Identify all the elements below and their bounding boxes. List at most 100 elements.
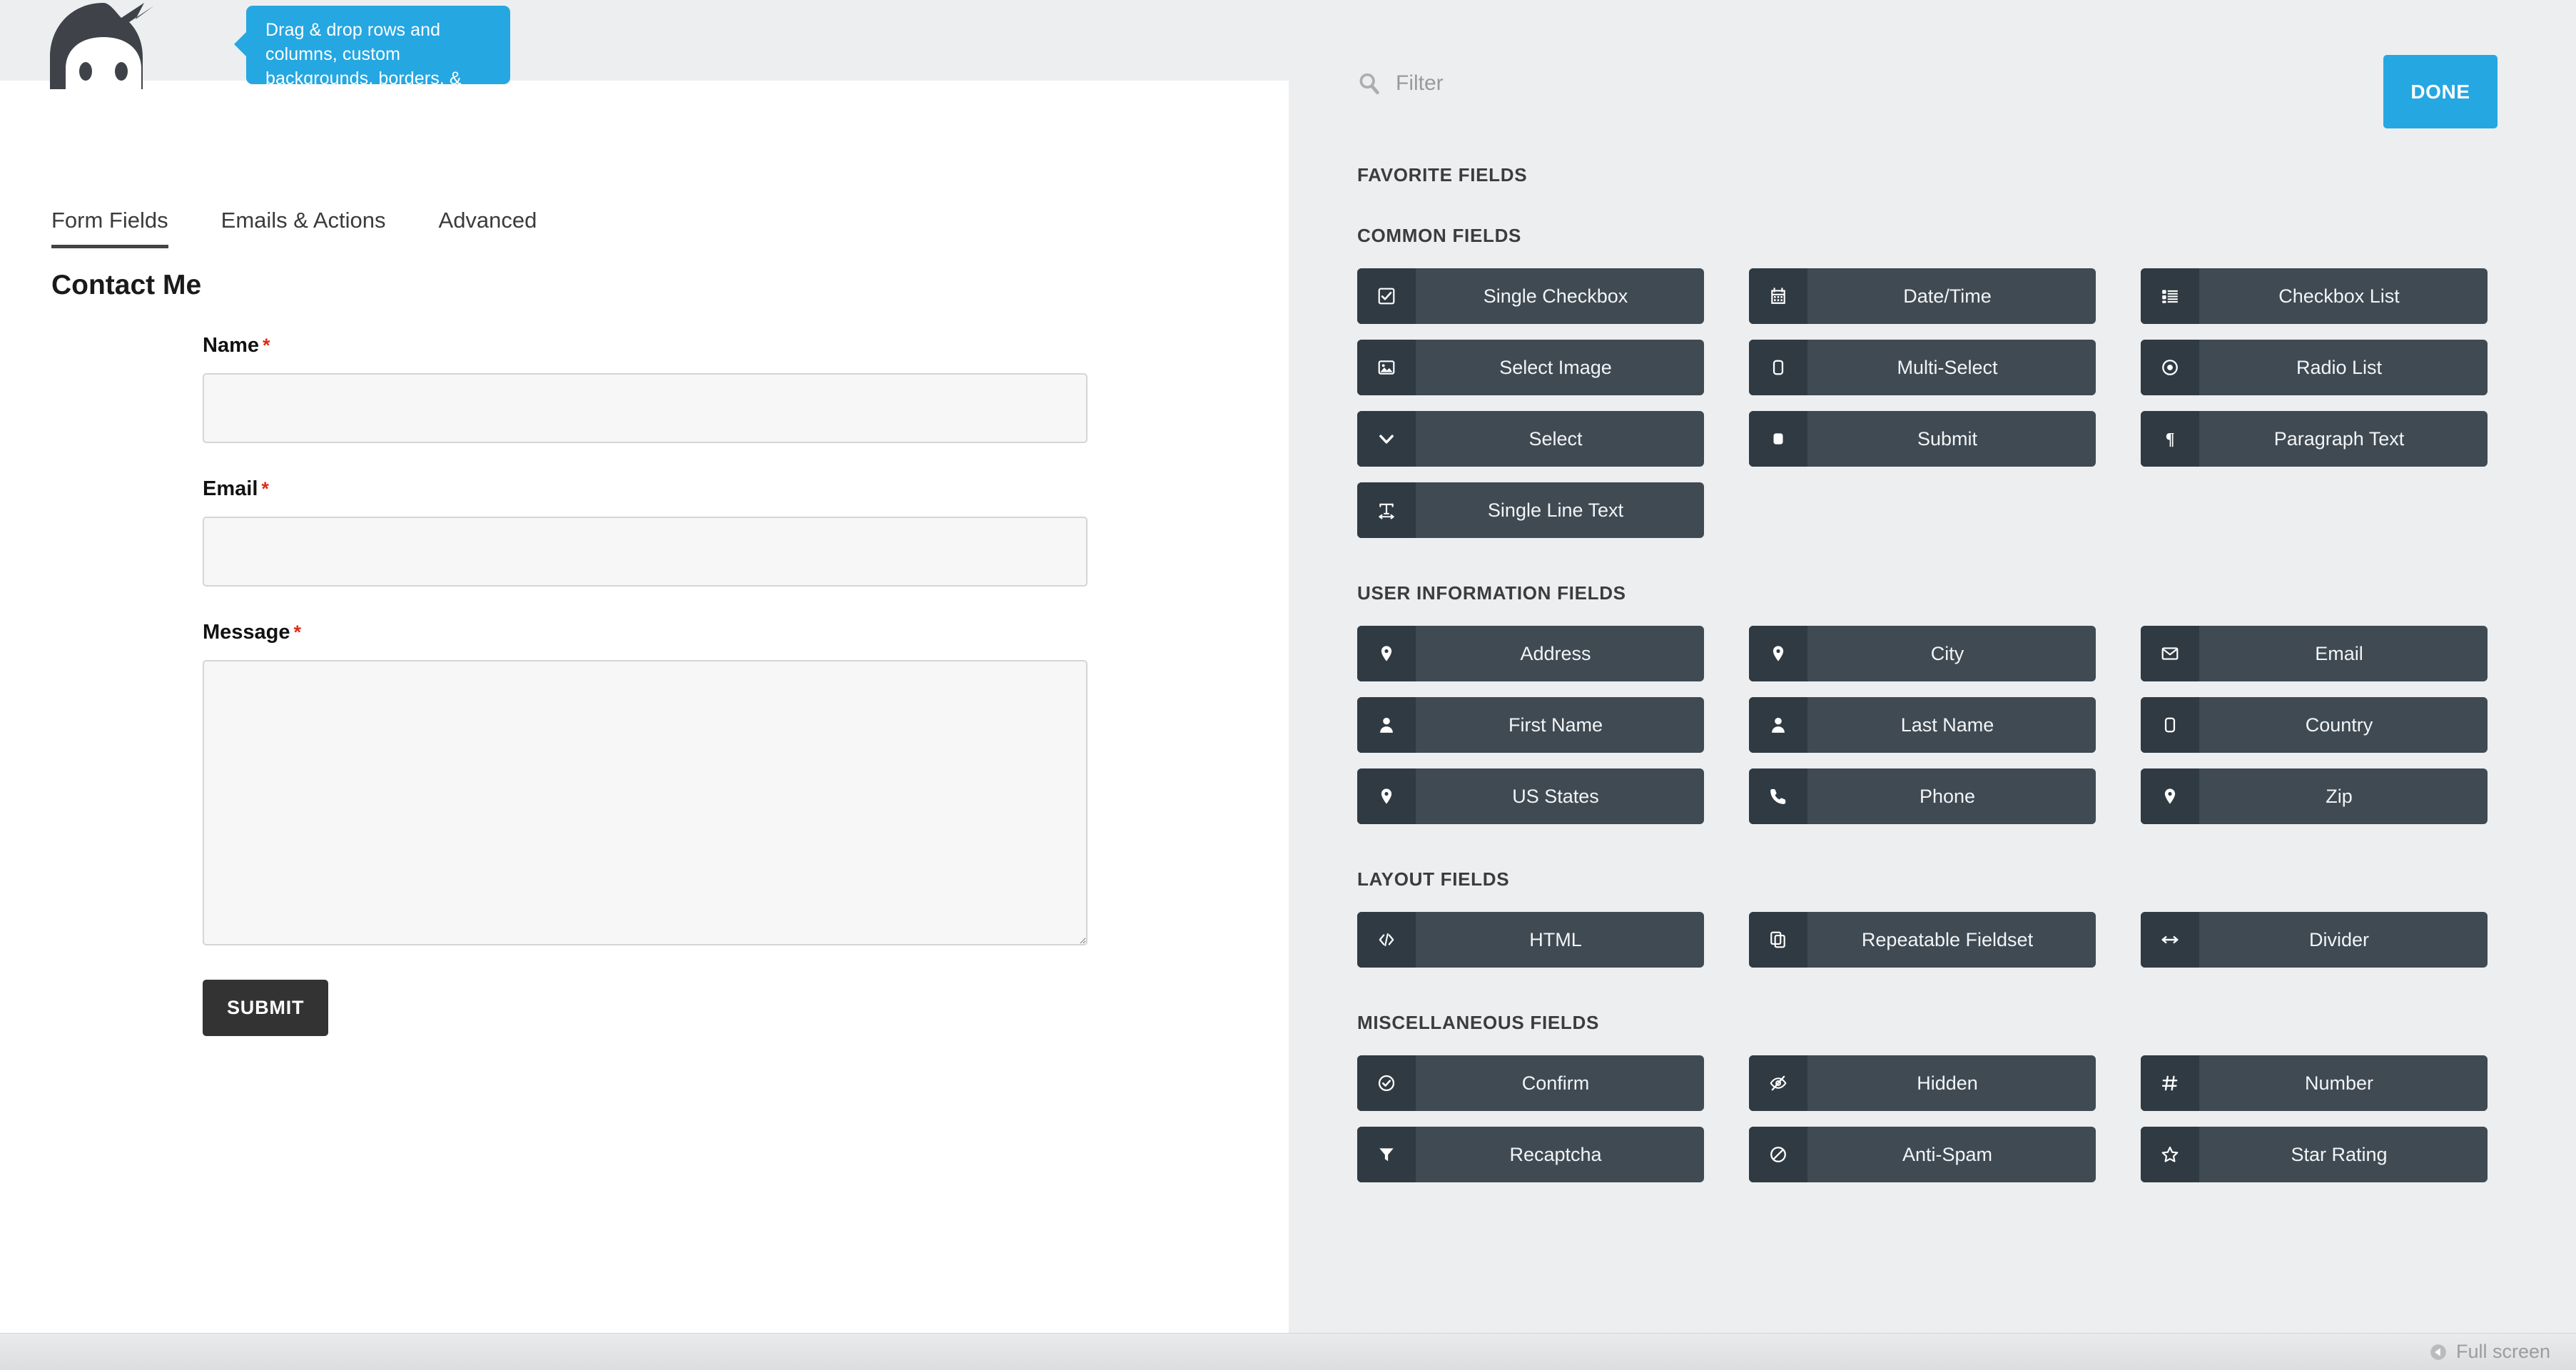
hash-icon [2141,1055,2199,1111]
field-button-label: Last Name [1900,714,1994,736]
field-button-select[interactable]: Select [1357,411,1704,467]
field-button-us-states[interactable]: US States [1357,768,1704,824]
pilcrow-icon: ¶ [2141,411,2199,467]
field-button-paragraph-text[interactable]: ¶ Paragraph Text [2141,411,2488,467]
arrows-horizontal-icon [2141,912,2199,968]
fullscreen-button[interactable]: Full screen [2429,1341,2550,1363]
field-button-number[interactable]: Number [2141,1055,2488,1111]
field-button-divider[interactable]: Divider [2141,912,2488,968]
field-button-label: Number [2304,1072,2374,1094]
field-button-single-checkbox[interactable]: Single Checkbox [1357,268,1704,324]
field-button-select-image[interactable]: Select Image [1357,340,1704,395]
map-pin-icon [1357,626,1416,681]
tab-advanced[interactable]: Advanced [439,208,537,248]
field-button-label: Phone [1919,785,1976,807]
field-button-label: Date/Time [1903,285,1992,307]
field-button-label: Address [1520,642,1591,664]
field-button-label: Single Line Text [1487,499,1624,521]
section-title-layout: LAYOUT FIELDS [1357,868,1510,890]
field-button-label: Repeatable Fieldset [1861,928,2034,950]
field-button-zip[interactable]: Zip [2141,768,2488,824]
map-pin-icon [1357,768,1416,824]
tab-bar: Form Fields Emails & Actions Advanced [51,208,589,248]
field-button-label: Multi-Select [1897,356,1998,378]
field-button-country[interactable]: Country [2141,697,2488,753]
field-button-label: Checkbox List [2278,285,2400,307]
field-button-label: First Name [1508,714,1603,736]
field-button-email[interactable]: Email [2141,626,2488,681]
name-label-text: Name [203,334,259,357]
field-button-date-time[interactable]: Date/Time [1749,268,2096,324]
ban-icon [1749,1127,1807,1182]
section-layout-fields: LAYOUT FIELDS HTML Repeatable Fieldset D… [1289,868,2576,968]
required-asterisk: * [261,478,269,499]
field-button-confirm[interactable]: Confirm [1357,1055,1704,1111]
name-input[interactable] [203,373,1087,443]
rounded-square-filled-icon [1749,411,1807,467]
form-field-email: Email * [203,477,1095,587]
field-button-label: Confirm [1521,1072,1590,1094]
field-button-label: Paragraph Text [2273,427,2405,450]
field-button-repeatable-fieldset[interactable]: Repeatable Fieldset [1749,912,2096,968]
field-button-first-name[interactable]: First Name [1357,697,1704,753]
funnel-icon [1357,1127,1416,1182]
field-button-label: Submit [1917,427,1978,450]
field-button-label: Radio List [2296,356,2383,378]
field-button-label: Select [1528,427,1583,450]
tab-emails-actions-label: Emails & Actions [220,208,386,233]
field-button-label: US States [1512,785,1599,807]
field-sections: FAVORITE FIELDS COMMON FIELDS Single Che… [1289,164,2576,1182]
field-button-html[interactable]: HTML [1357,912,1704,968]
map-pin-icon [1749,626,1807,681]
form-preview-panel: Form Fields Emails & Actions Advanced Co… [0,81,1289,1370]
done-button[interactable]: DONE [2383,55,2498,128]
field-button-label: Zip [2326,785,2353,807]
field-button-radio-list[interactable]: Radio List [2141,340,2488,395]
rounded-square-outline-icon [1749,340,1807,395]
tab-form-fields[interactable]: Form Fields [51,208,168,248]
message-textarea[interactable] [203,660,1087,945]
field-button-label: HTML [1529,928,1582,950]
field-button-label: Hidden [1917,1072,1978,1094]
section-title-user-information: USER INFORMATION FIELDS [1357,582,1626,604]
field-button-label: Anti-Spam [1902,1143,1993,1165]
field-button-recaptcha[interactable]: Recaptcha [1357,1127,1704,1182]
code-icon [1357,912,1416,968]
field-button-phone[interactable]: Phone [1749,768,2096,824]
filter-input[interactable] [1396,71,1695,96]
submit-button[interactable]: SUBMIT [203,980,329,1036]
text-width-icon [1357,482,1416,538]
bottom-status-bar: Full screen [0,1333,2576,1370]
section-title-favorite: FAVORITE FIELDS [1357,164,1528,186]
play-left-circle-icon [2430,1344,2446,1360]
field-button-city[interactable]: City [1749,626,2096,681]
email-input[interactable] [203,517,1087,587]
app-root: Form Fields Emails & Actions Advanced Co… [0,0,2576,1370]
field-button-star-rating[interactable]: Star Rating [2141,1127,2488,1182]
radio-dot-icon [2141,340,2199,395]
field-button-anti-spam[interactable]: Anti-Spam [1749,1127,2096,1182]
chevron-down-icon [1357,411,1416,467]
eye-slash-icon [1749,1055,1807,1111]
field-button-checkbox-list[interactable]: Checkbox List [2141,268,2488,324]
required-asterisk: * [293,621,302,643]
tab-emails-actions[interactable]: Emails & Actions [221,208,386,248]
field-button-last-name[interactable]: Last Name [1749,697,2096,753]
field-button-multi-select[interactable]: Multi-Select [1749,340,2096,395]
message-label-text: Message [203,621,290,644]
required-asterisk: * [263,335,270,356]
field-button-single-line-text[interactable]: Single Line Text [1357,482,1704,538]
field-button-submit[interactable]: Submit [1749,411,2096,467]
field-button-label: City [1930,642,1964,664]
layout-fields-grid: HTML Repeatable Fieldset Divider [1357,912,2576,968]
form-field-name: Name * [203,334,1095,443]
field-button-address[interactable]: Address [1357,626,1704,681]
email-field-label: Email * [203,477,1095,501]
tab-advanced-label: Advanced [438,208,537,233]
email-label-text: Email [203,477,258,500]
name-field-label: Name * [203,334,1095,357]
section-miscellaneous-fields: MISCELLANEOUS FIELDS Confirm Hidden Numb… [1289,1012,2576,1182]
image-icon [1357,340,1416,395]
section-favorite-fields: FAVORITE FIELDS [1289,164,2576,186]
field-button-hidden[interactable]: Hidden [1749,1055,2096,1111]
